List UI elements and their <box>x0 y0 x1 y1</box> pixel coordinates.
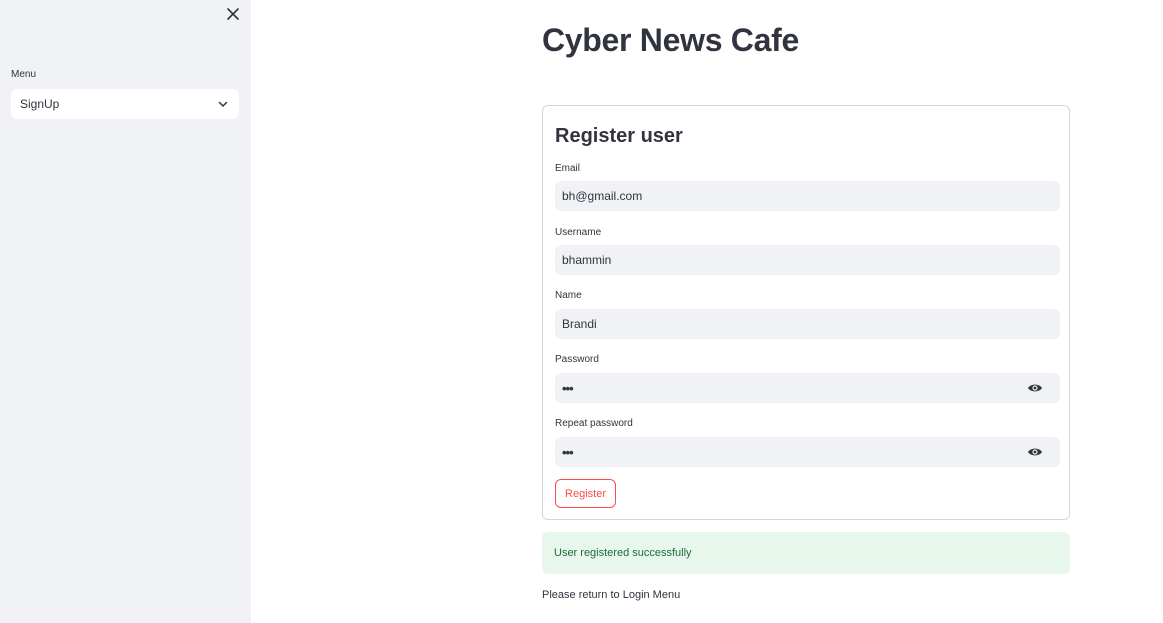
email-value: bh@gmail.com <box>562 189 643 203</box>
password-field[interactable]: ••• <box>555 373 1060 403</box>
name-field[interactable]: Brandi <box>555 309 1060 339</box>
close-icon[interactable] <box>224 5 242 23</box>
repeat-password-label: Repeat password <box>555 418 633 429</box>
password-label: Password <box>555 354 599 365</box>
register-form: Register user Email bh@gmail.com Usernam… <box>542 105 1070 520</box>
username-label: Username <box>555 227 602 238</box>
sidebar: Menu SignUp <box>0 0 251 623</box>
email-label: Email <box>555 163 581 174</box>
eye-icon[interactable] <box>1027 381 1043 395</box>
form-title: Register user <box>555 125 683 147</box>
password-value: ••• <box>562 380 574 396</box>
chevron-down-icon <box>218 101 228 107</box>
page-title: Cyber News Cafe <box>542 22 799 58</box>
name-value: Brandi <box>562 317 597 331</box>
eye-icon[interactable] <box>1027 445 1043 459</box>
name-label: Name <box>555 290 582 301</box>
menu-label: Menu <box>11 69 37 80</box>
email-field[interactable]: bh@gmail.com <box>555 181 1060 211</box>
repeat-password-field[interactable]: ••• <box>555 437 1060 467</box>
username-value: bhammin <box>562 253 612 267</box>
success-message: User registered successfully <box>554 547 692 559</box>
register-button[interactable]: Register <box>555 479 616 508</box>
repeat-password-value: ••• <box>562 444 574 460</box>
success-alert: User registered successfully <box>542 532 1070 574</box>
menu-select-value: SignUp <box>20 97 60 111</box>
menu-select[interactable]: SignUp <box>11 89 239 119</box>
return-note: Please return to Login Menu <box>542 589 681 601</box>
username-field[interactable]: bhammin <box>555 245 1060 275</box>
